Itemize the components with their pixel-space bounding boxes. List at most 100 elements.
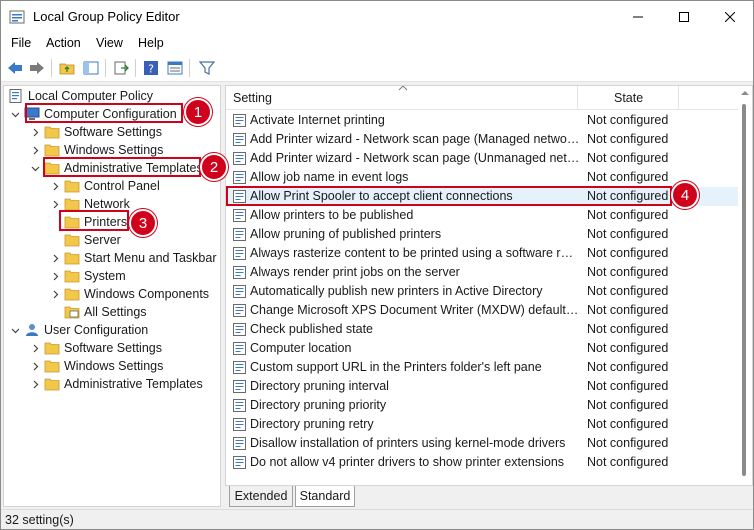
settings-list: Setting State Activate Internet printing… bbox=[225, 85, 753, 486]
setting-name: Add Printer wizard - Network scan page (… bbox=[250, 132, 580, 146]
setting-name: Change Microsoft XPS Document Writer (MX… bbox=[250, 303, 580, 317]
status-bar: 32 setting(s) bbox=[1, 509, 753, 529]
table-row[interactable]: Allow printers to be published Not config… bbox=[226, 206, 738, 225]
tree-node-software-settings[interactable]: Software Settings bbox=[30, 123, 162, 141]
tree-node-user-administrative-templates[interactable]: Administrative Templates bbox=[30, 375, 203, 393]
chevron-right-icon[interactable] bbox=[50, 253, 60, 263]
chevron-right-icon[interactable] bbox=[30, 127, 40, 137]
table-row[interactable]: Allow pruning of published printers Not c… bbox=[226, 225, 738, 244]
tab-standard[interactable]: Standard bbox=[295, 486, 355, 507]
user-icon bbox=[26, 324, 38, 336]
setting-state: Not configured bbox=[587, 417, 669, 431]
scrollbar-thumb[interactable] bbox=[742, 104, 746, 476]
table-row[interactable]: Directory pruning interval Not configured bbox=[226, 377, 738, 396]
chevron-right-icon[interactable] bbox=[30, 361, 40, 371]
maximize-button[interactable] bbox=[661, 1, 707, 33]
view-tabs: Extended Standard bbox=[225, 486, 753, 508]
column-header-setting[interactable]: Setting bbox=[233, 91, 272, 105]
chevron-down-icon[interactable] bbox=[10, 325, 20, 335]
callout-badge-2: 2 bbox=[200, 153, 228, 181]
setting-state: Not configured bbox=[587, 113, 669, 127]
export-list-button[interactable] bbox=[111, 58, 131, 78]
menu-view[interactable]: View bbox=[96, 36, 123, 50]
table-row[interactable]: Custom support URL in the Printers folde… bbox=[226, 358, 738, 377]
filter-button[interactable] bbox=[197, 58, 217, 78]
policy-setting-icon bbox=[233, 418, 246, 431]
list-header: Setting State bbox=[226, 86, 738, 110]
setting-name: Allow pruning of published printers bbox=[250, 227, 442, 241]
back-button[interactable] bbox=[5, 58, 25, 78]
help-icon: ? bbox=[144, 61, 158, 76]
setting-state: Not configured bbox=[587, 132, 669, 146]
chevron-down-icon[interactable] bbox=[30, 163, 40, 173]
column-header-state[interactable]: State bbox=[614, 91, 643, 105]
chevron-right-icon[interactable] bbox=[50, 271, 60, 281]
minimize-button[interactable] bbox=[615, 1, 661, 33]
callout-badge-4: 4 bbox=[671, 181, 699, 209]
show-hide-tree-button[interactable] bbox=[81, 58, 101, 78]
table-row[interactable]: Directory pruning priority Not configured bbox=[226, 396, 738, 415]
chevron-right-icon[interactable] bbox=[50, 199, 60, 209]
filter-icon bbox=[199, 61, 215, 75]
tree-node-start-menu-and-taskbar[interactable]: Start Menu and Taskbar bbox=[50, 249, 216, 267]
folder-icon bbox=[64, 234, 80, 247]
tree-label: Windows Components bbox=[84, 287, 210, 301]
chevron-right-icon[interactable] bbox=[30, 343, 40, 353]
tree-node-system[interactable]: System bbox=[50, 267, 126, 285]
policy-setting-icon bbox=[233, 361, 246, 374]
help-button[interactable]: ? bbox=[141, 58, 161, 78]
tree-label: System bbox=[84, 269, 126, 283]
chevron-right-icon[interactable] bbox=[30, 145, 40, 155]
table-row[interactable]: Allow job name in event logs Not configur… bbox=[226, 168, 738, 187]
policy-setting-icon bbox=[233, 304, 246, 317]
table-row[interactable]: Always render print jobs on the server No… bbox=[226, 263, 738, 282]
tab-extended[interactable]: Extended bbox=[229, 486, 293, 507]
tree-node-control-panel[interactable]: Control Panel bbox=[50, 177, 160, 195]
table-row[interactable]: Add Printer wizard - Network scan page (… bbox=[226, 149, 738, 168]
chevron-down-icon[interactable] bbox=[10, 109, 20, 119]
tree-label: Administrative Templates bbox=[64, 377, 203, 391]
setting-state: Not configured bbox=[587, 151, 669, 165]
callout-badge-1: 1 bbox=[184, 98, 212, 126]
table-row[interactable]: Always rasterize content to be printed u… bbox=[226, 244, 738, 263]
menu-help[interactable]: Help bbox=[138, 36, 164, 50]
setting-state: Not configured bbox=[587, 284, 669, 298]
table-row[interactable]: Disallow installation of printers using … bbox=[226, 434, 738, 453]
tree-node-user-windows-settings[interactable]: Windows Settings bbox=[30, 357, 163, 375]
callout-box-printers bbox=[59, 210, 129, 231]
table-row[interactable]: Add Printer wizard - Network scan page (… bbox=[226, 130, 738, 149]
setting-name: Check published state bbox=[250, 322, 373, 336]
console-tree-icon bbox=[83, 61, 99, 75]
tree-node-user-software-settings[interactable]: Software Settings bbox=[30, 339, 162, 357]
properties-button[interactable] bbox=[165, 58, 185, 78]
svg-text:?: ? bbox=[148, 63, 154, 76]
table-row[interactable]: Do not allow v4 printer drivers to show … bbox=[226, 453, 738, 472]
forward-button[interactable] bbox=[27, 58, 47, 78]
chevron-right-icon[interactable] bbox=[50, 181, 60, 191]
table-row[interactable]: Check published state Not configured bbox=[226, 320, 738, 339]
tree-node-server[interactable]: Server bbox=[64, 231, 121, 249]
title-bar[interactable]: Local Group Policy Editor bbox=[1, 1, 753, 33]
callout-box-administrative-templates bbox=[43, 157, 201, 177]
table-row[interactable]: Computer location Not configured bbox=[226, 339, 738, 358]
setting-state: Not configured bbox=[587, 208, 669, 222]
table-row[interactable]: Directory pruning retry Not configured bbox=[226, 415, 738, 434]
close-button[interactable] bbox=[707, 1, 753, 33]
table-row[interactable]: Automatically publish new printers in Ac… bbox=[226, 282, 738, 301]
menu-action[interactable]: Action bbox=[46, 36, 81, 50]
setting-name: Allow job name in event logs bbox=[250, 170, 409, 184]
tree-node-all-settings[interactable]: All Settings bbox=[64, 303, 147, 321]
menu-file[interactable]: File bbox=[11, 36, 31, 50]
up-folder-button[interactable] bbox=[57, 58, 77, 78]
vertical-scrollbar[interactable] bbox=[738, 86, 752, 485]
tree-node-user-configuration[interactable]: User Configuration bbox=[10, 321, 148, 339]
policy-setting-icon bbox=[233, 209, 246, 222]
folder-icon bbox=[44, 342, 60, 355]
table-row[interactable]: Activate Internet printing Not configured bbox=[226, 111, 738, 130]
chevron-right-icon[interactable] bbox=[50, 289, 60, 299]
tree-node-windows-components[interactable]: Windows Components bbox=[50, 285, 209, 303]
table-row[interactable]: Change Microsoft XPS Document Writer (MX… bbox=[226, 301, 738, 320]
folder-icon bbox=[64, 270, 80, 283]
chevron-right-icon[interactable] bbox=[30, 379, 40, 389]
setting-name: Always rasterize content to be printed u… bbox=[250, 246, 580, 260]
